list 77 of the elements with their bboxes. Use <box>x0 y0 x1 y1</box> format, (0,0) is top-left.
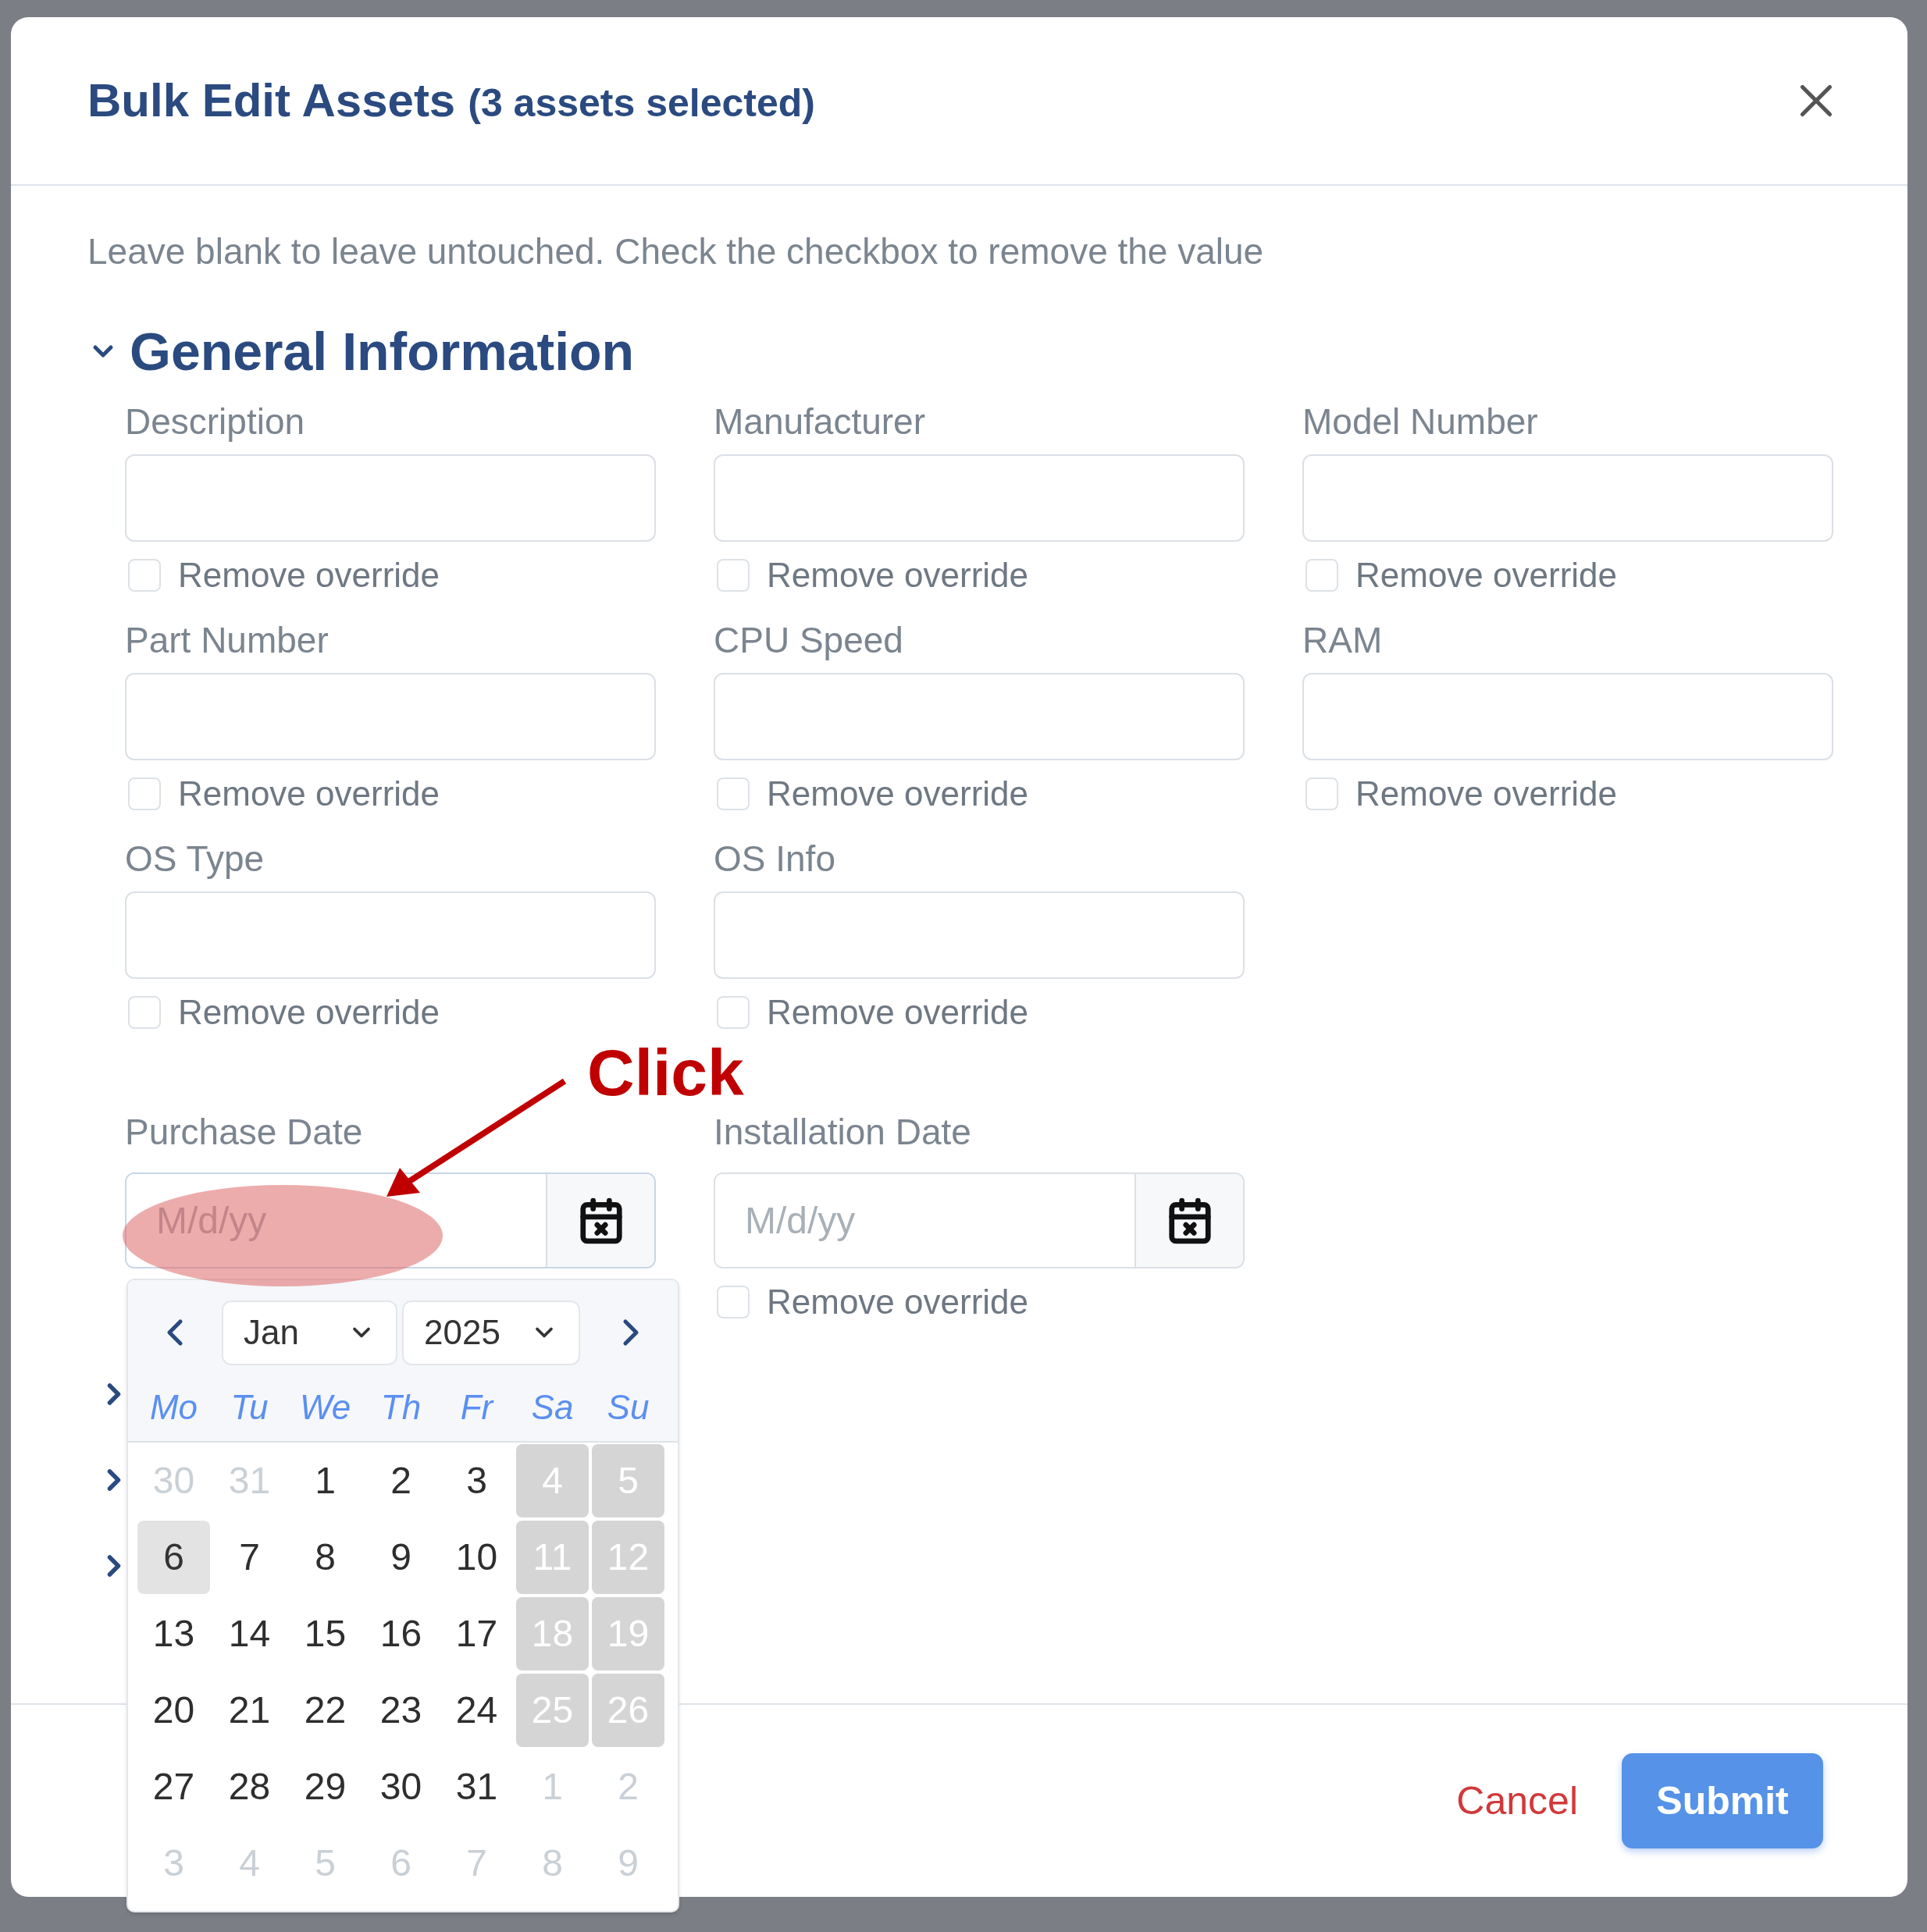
calendar-day[interactable]: 21 <box>213 1674 286 1747</box>
calendar-day[interactable]: 2 <box>365 1444 437 1517</box>
checkbox[interactable] <box>1305 777 1338 810</box>
hint-text: Leave blank to leave untouched. Check the checkbox to remove the value <box>87 230 1265 273</box>
field-label: Manufacturer <box>714 400 926 443</box>
checkbox[interactable] <box>717 1286 750 1318</box>
checkbox[interactable] <box>128 777 161 810</box>
weekday-label: Th <box>379 1387 422 1428</box>
weekday-label: We <box>298 1387 352 1428</box>
weekday-label: Fr <box>459 1387 495 1428</box>
calendar-day[interactable]: 23 <box>365 1674 437 1747</box>
text-field[interactable] <box>1302 673 1833 760</box>
calendar-day[interactable]: 1 <box>289 1444 362 1517</box>
text-field[interactable] <box>125 673 656 760</box>
calendar-day[interactable]: 20 <box>137 1674 210 1747</box>
calendar-day[interactable]: 27 <box>137 1750 210 1823</box>
calendar-button[interactable] <box>1134 1174 1243 1267</box>
checkbox[interactable] <box>717 996 750 1029</box>
field-label: OS Info <box>714 838 836 881</box>
annotation-text: Click <box>587 1040 744 1105</box>
weekday-label: Tu <box>230 1387 269 1428</box>
field-label: CPU Speed <box>714 619 904 662</box>
field-label: Purchase Date <box>125 1111 364 1154</box>
checkbox-label: Remove override <box>178 777 440 811</box>
calendar-day[interactable]: 17 <box>440 1597 513 1670</box>
text-field[interactable] <box>1302 454 1833 542</box>
checkbox-label: Remove override <box>767 777 1029 811</box>
checkbox[interactable] <box>128 996 161 1029</box>
cancel-button[interactable]: Cancel <box>1456 1771 1578 1831</box>
checkbox[interactable] <box>717 777 750 810</box>
field-label: Model Number <box>1302 400 1539 443</box>
year-select[interactable]: 2025 <box>402 1300 580 1365</box>
text-field[interactable] <box>125 454 656 542</box>
field-label: Part Number <box>125 619 329 662</box>
calendar-day[interactable]: 28 <box>213 1750 286 1823</box>
dialog-subtitle: (3 assets selected) <box>468 80 815 126</box>
weekday-label: Sa <box>530 1387 575 1428</box>
calendar-day[interactable]: 13 <box>137 1597 210 1670</box>
checkbox-label: Remove override <box>1355 558 1618 592</box>
checkbox-label: Remove override <box>767 558 1029 592</box>
checkbox-label: Remove override <box>178 995 440 1030</box>
calendar-day[interactable]: 24 <box>440 1674 513 1747</box>
field-label: OS Type <box>125 838 265 881</box>
dialog-title: Bulk Edit Assets <box>87 73 456 128</box>
calendar-day[interactable]: 29 <box>289 1750 362 1823</box>
calendar-day[interactable]: 8 <box>289 1521 362 1594</box>
month-select[interactable]: Jan <box>222 1300 397 1365</box>
calendar-day[interactable]: 30 <box>365 1750 437 1823</box>
calendar-day[interactable]: 9 <box>365 1521 437 1594</box>
text-field[interactable] <box>714 673 1245 760</box>
checkbox[interactable] <box>128 559 161 592</box>
field-label: Description <box>125 400 306 443</box>
calendar-day[interactable]: 10 <box>440 1521 513 1594</box>
text-field[interactable] <box>714 454 1245 542</box>
calendar-day[interactable]: 3 <box>440 1444 513 1517</box>
calendar-day[interactable]: 14 <box>213 1597 286 1670</box>
field-label: Installation Date <box>714 1111 972 1154</box>
calendar-day[interactable]: 31 <box>440 1750 513 1823</box>
calendar-day[interactable]: 22 <box>289 1674 362 1747</box>
checkbox-label: Remove override <box>767 995 1029 1030</box>
text-field[interactable] <box>714 891 1245 979</box>
date-field[interactable]: M/d/yy <box>714 1172 1245 1268</box>
calendar-button[interactable] <box>546 1174 654 1267</box>
checkbox[interactable] <box>1305 559 1338 592</box>
section-header[interactable]: General Information <box>87 320 635 382</box>
checkbox-label: Remove override <box>178 558 440 592</box>
calendar-day[interactable]: 7 <box>213 1521 286 1594</box>
calendar-day[interactable]: 15 <box>289 1597 362 1670</box>
text-field[interactable] <box>125 891 656 979</box>
checkbox-label: Remove override <box>1355 777 1618 811</box>
calendar-day[interactable]: 16 <box>365 1597 437 1670</box>
weekday-label: Mo <box>148 1387 199 1428</box>
checkbox[interactable] <box>717 559 750 592</box>
weekday-label: Su <box>606 1387 650 1428</box>
calendar-day[interactable]: 6 <box>137 1521 210 1594</box>
checkbox-label: Remove override <box>767 1285 1029 1319</box>
field-label: RAM <box>1302 619 1384 662</box>
